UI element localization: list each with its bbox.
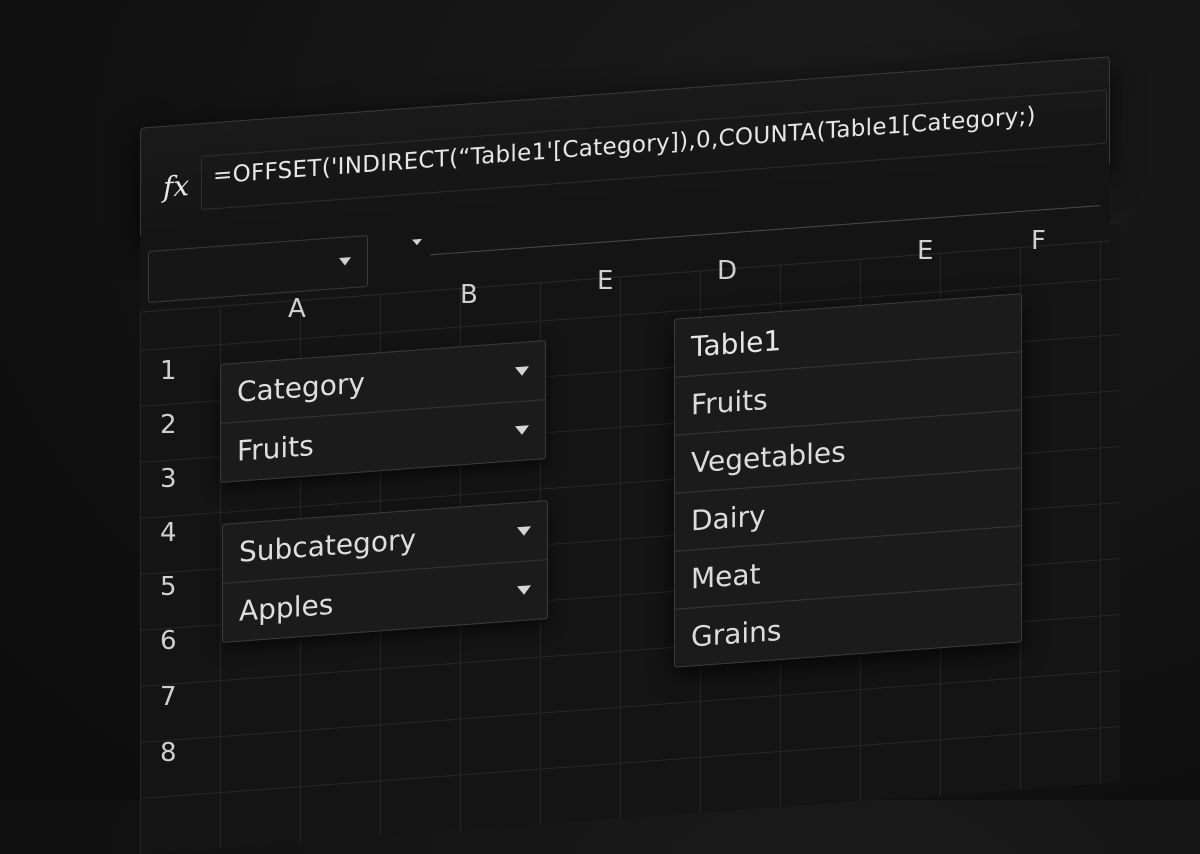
category-dropdown[interactable]: Category Fruits xyxy=(220,340,546,483)
row-header-3[interactable]: 3 xyxy=(160,464,177,494)
column-header-e-2[interactable]: E xyxy=(917,236,933,266)
subcategory-dropdown[interactable]: Subcategory Apples xyxy=(222,500,548,643)
row-header-1[interactable]: 1 xyxy=(160,356,177,386)
row-header-7[interactable]: 7 xyxy=(160,682,177,712)
subcategory-header-label: Subcategory xyxy=(239,522,417,569)
function-icon[interactable]: fx xyxy=(163,169,189,204)
subcategory-value-label: Apples xyxy=(239,587,334,628)
divider xyxy=(430,205,1100,256)
chevron-down-icon[interactable] xyxy=(517,526,531,537)
name-box[interactable] xyxy=(148,234,368,304)
chevron-down-icon[interactable] xyxy=(412,238,422,246)
column-header-f[interactable]: F xyxy=(1031,226,1046,256)
row-header-4[interactable]: 4 xyxy=(160,518,177,548)
row-header-5[interactable]: 5 xyxy=(160,572,177,602)
table1-list: Table1 Fruits Vegetables Dairy Meat Grai… xyxy=(674,293,1022,668)
chevron-down-icon[interactable] xyxy=(515,366,529,377)
row-header-2[interactable]: 2 xyxy=(160,410,177,440)
column-header-a[interactable]: A xyxy=(288,294,306,324)
chevron-down-icon[interactable] xyxy=(339,257,351,267)
row-header-8[interactable]: 8 xyxy=(160,738,177,768)
chevron-down-icon[interactable] xyxy=(517,585,531,596)
table1-title: Table1 xyxy=(691,323,782,364)
column-header-e[interactable]: E xyxy=(597,266,613,296)
category-header-label: Category xyxy=(237,366,365,409)
chevron-down-icon[interactable] xyxy=(515,425,529,436)
category-value-label: Fruits xyxy=(237,429,314,468)
column-header-d[interactable]: D xyxy=(717,256,737,286)
spreadsheet-window: fx =OFFSET('INDIRECT(“Table1'[Category])… xyxy=(0,0,1200,854)
row-header-6[interactable]: 6 xyxy=(160,626,177,656)
column-header-b[interactable]: B xyxy=(460,280,478,310)
